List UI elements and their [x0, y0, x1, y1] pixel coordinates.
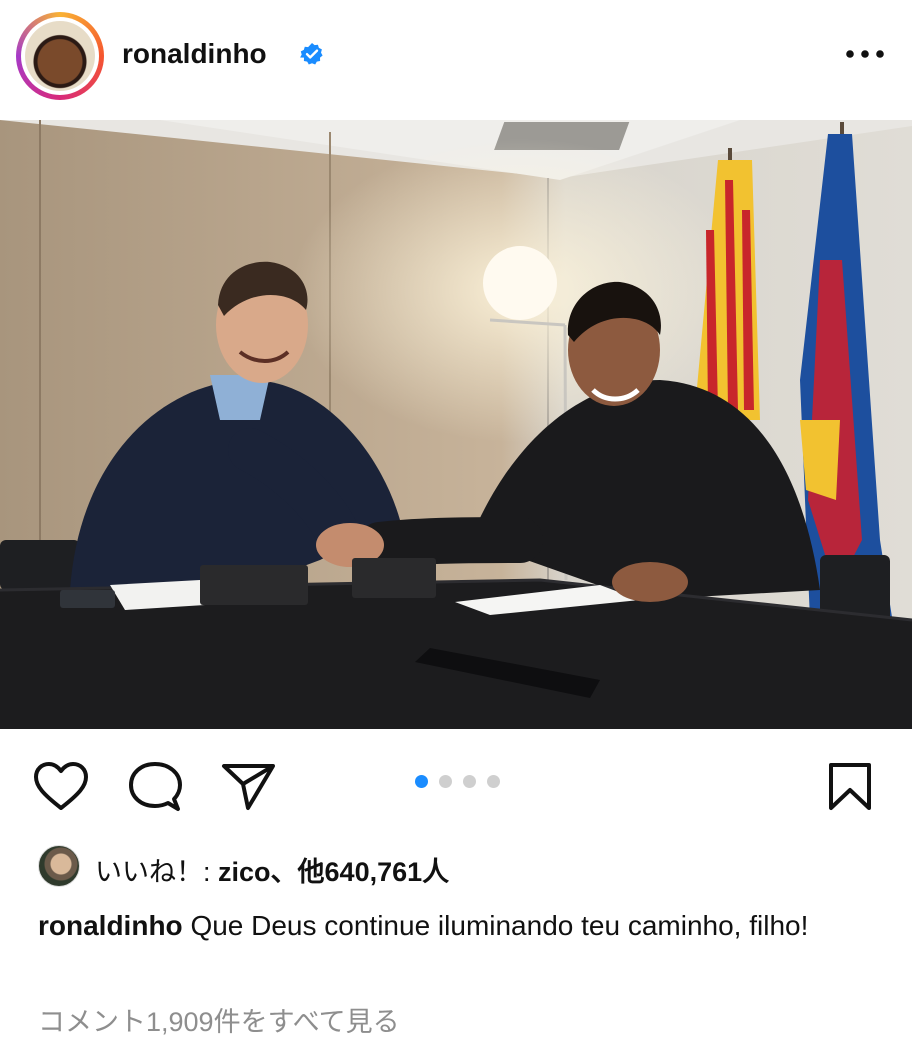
- verified-badge-icon: [300, 43, 323, 65]
- liker-avatar[interactable]: [38, 845, 80, 887]
- post-photo[interactable]: [0, 120, 912, 729]
- carousel-dot: [439, 775, 452, 788]
- carousel-dot-active: [415, 775, 428, 788]
- post-header: ronaldinho: [0, 0, 912, 118]
- send-icon[interactable]: [221, 762, 277, 812]
- avatar-image: [25, 21, 95, 91]
- photo-illustration: [0, 120, 912, 729]
- view-all-comments-link[interactable]: コメント1,909件をすべて見る: [38, 1000, 400, 1039]
- caption-text: Que Deus continue iluminando teu caminho…: [190, 910, 809, 941]
- heart-icon[interactable]: [33, 762, 89, 812]
- carousel-dot: [487, 775, 500, 788]
- profile-avatar[interactable]: [16, 12, 104, 100]
- comment-icon[interactable]: [128, 761, 182, 813]
- carousel-dot: [463, 775, 476, 788]
- more-horizontal-icon[interactable]: [844, 44, 886, 64]
- likes-separator: 、: [270, 857, 298, 887]
- first-liker[interactable]: zico: [218, 857, 271, 887]
- post-username[interactable]: ronaldinho: [122, 38, 267, 70]
- caption-username[interactable]: ronaldinho: [38, 910, 183, 941]
- likes-prefix: いいね！:: [95, 857, 219, 887]
- likes-others-prefix: 他: [297, 857, 325, 887]
- likes-count[interactable]: 640,761人: [325, 857, 450, 887]
- post-caption: ronaldinho Que Deus continue iluminando …: [38, 906, 868, 946]
- avatar-frame: [21, 17, 99, 95]
- likes-summary[interactable]: いいね！: zico、他640,761人: [95, 850, 449, 889]
- action-bar: [0, 752, 912, 822]
- bookmark-icon[interactable]: [827, 762, 873, 812]
